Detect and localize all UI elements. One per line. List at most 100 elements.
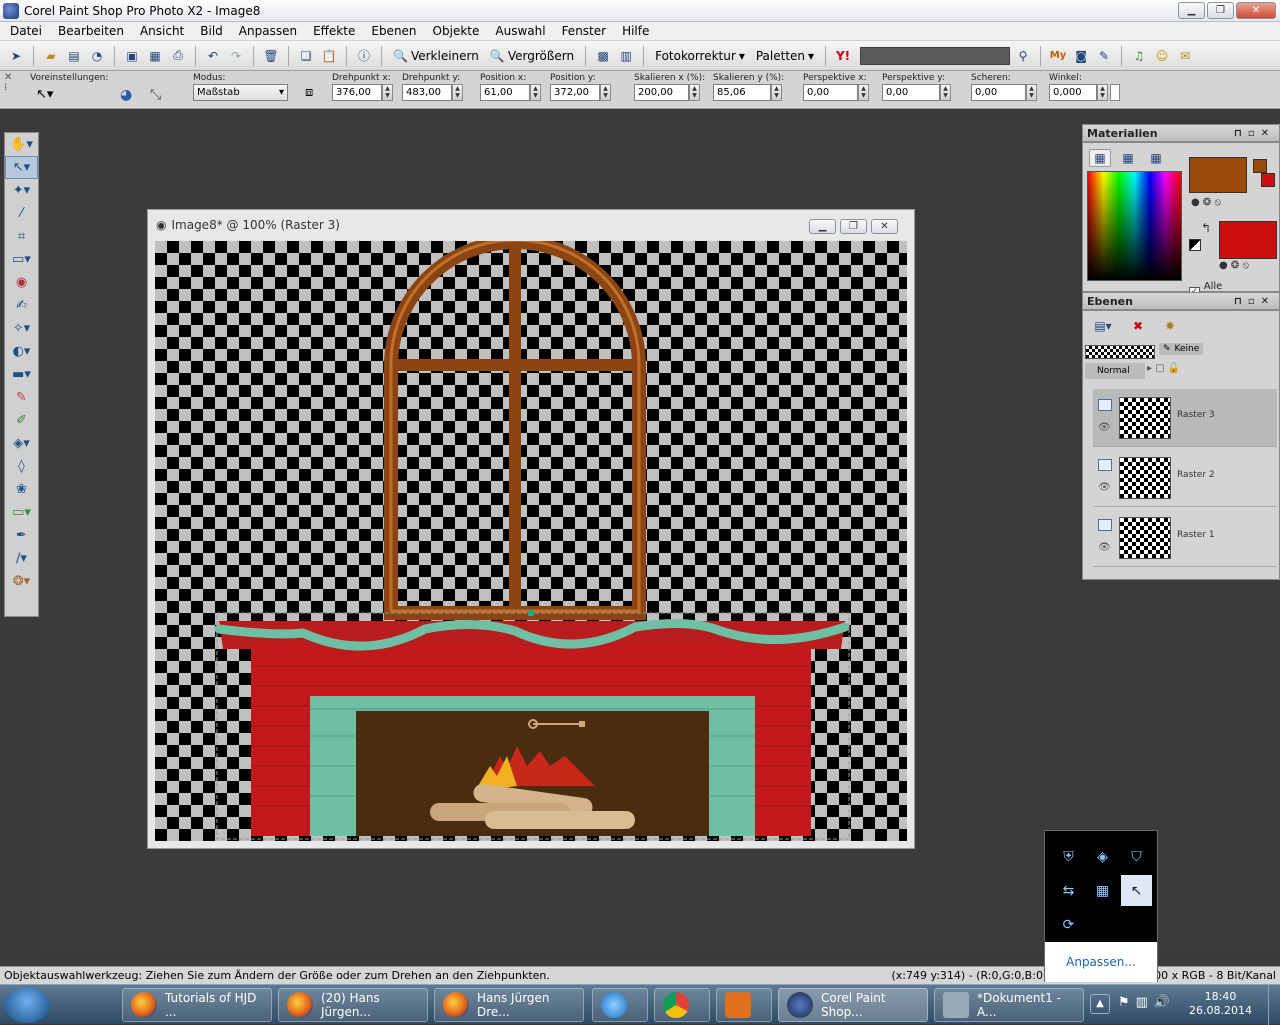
pick-tool-preset-icon[interactable]: ↖▾ — [36, 87, 53, 102]
pan-tool-icon[interactable]: ✋▾ — [5, 133, 38, 156]
pen-tool-icon[interactable]: ∕▾ — [5, 547, 38, 570]
layer-row-raster-3[interactable]: 👁 Raster 3 — [1093, 389, 1277, 447]
new-layer-icon[interactable]: ▤▾ — [1089, 315, 1117, 337]
close-button[interactable]: ✕ — [1236, 2, 1276, 19]
clock[interactable]: 18:40 26.08.2014 — [1189, 990, 1252, 1018]
layer-visibility-icon[interactable] — [1098, 399, 1112, 411]
menu-bild[interactable]: Bild — [192, 24, 231, 38]
layer-row-raster-2[interactable]: 👁 Raster 2 — [1093, 449, 1277, 507]
makeover-icon[interactable]: ✍ — [5, 294, 38, 317]
persp-y-spinner[interactable]: ▲ ▼ — [940, 84, 951, 101]
foreground-small-swatch[interactable] — [1253, 159, 1267, 173]
move-icon[interactable]: ▭▾ — [5, 248, 38, 271]
scan-icon[interactable]: ◔ — [87, 46, 107, 66]
palette-window-icons[interactable]: ⊓▫✕ — [1234, 125, 1275, 143]
paste-icon[interactable]: 📋 — [319, 46, 339, 66]
sync-tray-icon[interactable]: ⇆ — [1053, 875, 1084, 906]
angle-field[interactable]: 0,000 — [1049, 84, 1097, 101]
maximize-button[interactable]: ❐ — [1207, 2, 1234, 19]
layer-effects-icon[interactable]: ✸ — [1159, 315, 1181, 337]
image-minimize-button[interactable]: ▁ — [809, 219, 836, 234]
taskbar-item-paintshop[interactable]: Corel Paint Shop... — [778, 988, 928, 1022]
persp-x-field[interactable]: 0,00 — [803, 84, 858, 101]
zoom-in-button[interactable]: 🔍 Vergrößern — [486, 49, 578, 63]
background-color-swatch[interactable] — [1219, 221, 1277, 259]
music-icon[interactable]: ♫ — [1129, 46, 1149, 66]
show-desktop-button[interactable] — [1268, 985, 1280, 1025]
persp-x-spinner[interactable]: ▲ ▼ — [858, 84, 869, 101]
menu-objekte[interactable]: Objekte — [425, 24, 488, 38]
search-binoculars-icon[interactable]: ⚲ — [1013, 46, 1033, 66]
my-icon[interactable]: My — [1048, 46, 1068, 66]
smiley-icon[interactable]: ☺ — [1152, 46, 1172, 66]
update-tray-icon[interactable]: ⟳ — [1053, 909, 1084, 940]
fill-icon[interactable]: ◈▾ — [5, 432, 38, 455]
eraser-icon[interactable]: ◊ — [5, 455, 38, 478]
pen-icon[interactable]: ✎ — [1094, 46, 1114, 66]
warp-icon[interactable]: ❂▾ — [5, 570, 38, 593]
taskbar-item-mail[interactable] — [716, 988, 772, 1022]
foreground-color-swatch[interactable] — [1189, 157, 1247, 193]
image-maximize-button[interactable]: ❐ — [840, 219, 867, 234]
pos-x-spinner[interactable]: ▲ ▼ — [530, 84, 541, 101]
scale-x-field[interactable]: 200,00 — [634, 84, 689, 101]
menu-fenster[interactable]: Fenster — [554, 24, 615, 38]
tray-expand-icon[interactable]: ▲ — [1090, 994, 1110, 1014]
start-button[interactable] — [4, 987, 50, 1023]
selection-handle[interactable] — [528, 610, 534, 616]
open-folder-icon[interactable]: ▰ — [41, 46, 61, 66]
redo-icon[interactable]: ↷ — [226, 46, 246, 66]
frame-tab-icon[interactable]: ▦ — [1089, 149, 1111, 167]
open-file-icon[interactable]: ▤ — [64, 46, 84, 66]
materials-titlebar[interactable]: Materialien ⊓▫✕ — [1082, 124, 1280, 142]
menu-effekte[interactable]: Effekte — [305, 24, 363, 38]
dropper-icon[interactable]: ⁄ — [5, 202, 38, 225]
picture-tube-icon[interactable]: ❀ — [5, 478, 38, 501]
color-spectrum[interactable] — [1087, 171, 1182, 281]
search-input[interactable] — [860, 46, 1011, 65]
layer-row-raster-1[interactable]: 👁 Raster 1 — [1093, 509, 1277, 567]
angle-spinner[interactable]: ▲ ▼ — [1097, 84, 1108, 101]
image-icon[interactable]: ▩ — [593, 46, 613, 66]
rectangle-icon[interactable]: ▭▾ — [5, 501, 38, 524]
pivot-y-spinner[interactable]: ▲ ▼ — [452, 84, 463, 101]
pointer-tray-icon[interactable]: ↖ — [1121, 875, 1152, 906]
pick-arrow-icon[interactable]: ⤡ — [150, 87, 161, 103]
taskbar-item-ie[interactable] — [592, 988, 648, 1022]
swap-colors-icon[interactable]: ↰ — [1201, 221, 1211, 235]
bg-style-icons[interactable]: ● ❂ ⦸ — [1219, 260, 1249, 271]
eye-icon[interactable]: 👁 — [1098, 542, 1111, 553]
pick-tool-icon[interactable]: ↖▾ — [5, 156, 38, 179]
magic-wand-icon[interactable]: ✦▾ — [5, 179, 38, 202]
shield-tray-icon[interactable]: ⛉ — [1121, 841, 1152, 872]
device-tray-icon[interactable]: ▦ — [1087, 875, 1118, 906]
layer-visibility-icon[interactable] — [1098, 519, 1112, 531]
photo-fix-menu[interactable]: Fotokorrektur ▾ — [651, 49, 749, 63]
window-layout-icon[interactable]: ▥ — [616, 46, 636, 66]
shear-field[interactable]: 0,00 — [971, 84, 1026, 101]
paint-brush-icon[interactable]: ✎ — [5, 386, 38, 409]
minimize-button[interactable]: ▁ — [1178, 2, 1205, 19]
menu-ebenen[interactable]: Ebenen — [363, 24, 424, 38]
clone-icon[interactable]: ✧▾ — [5, 317, 38, 340]
taskbar-item-firefox-2[interactable]: (20) Hans Jürgen... — [278, 988, 428, 1022]
security-tray-icon[interactable]: ⛨ — [1053, 841, 1084, 872]
airbrush-icon[interactable]: ✐ — [5, 409, 38, 432]
yahoo-icon[interactable]: Y! — [833, 46, 853, 66]
red-eye-icon[interactable]: ◉ — [5, 271, 38, 294]
menu-ansicht[interactable]: Ansicht — [132, 24, 192, 38]
mask-control[interactable]: ✎ Keine — [1159, 343, 1204, 355]
pos-y-spinner[interactable]: ▲ ▼ — [600, 84, 611, 101]
layer-visibility-icon[interactable] — [1098, 459, 1112, 471]
scale-y-field[interactable]: 85,06 — [713, 84, 771, 101]
pivot-x-spinner[interactable]: ▲ ▼ — [382, 84, 393, 101]
reset-colors-icon[interactable] — [1189, 239, 1201, 251]
pivot-x-field[interactable]: 376,00 — [332, 84, 382, 101]
background-small-swatch[interactable] — [1261, 173, 1275, 187]
trash-icon[interactable]: 🗑 — [261, 46, 281, 66]
palettes-menu[interactable]: Paletten ▾ — [752, 49, 818, 63]
undo-icon[interactable]: ↶ — [203, 46, 223, 66]
image-window[interactable]: ◉ Image8* @ 100% (Raster 3) ▁ ❐ ✕ — [147, 209, 915, 849]
eye-icon[interactable]: 👁 — [1098, 422, 1111, 433]
info-icon[interactable]: ⓘ — [354, 46, 374, 66]
